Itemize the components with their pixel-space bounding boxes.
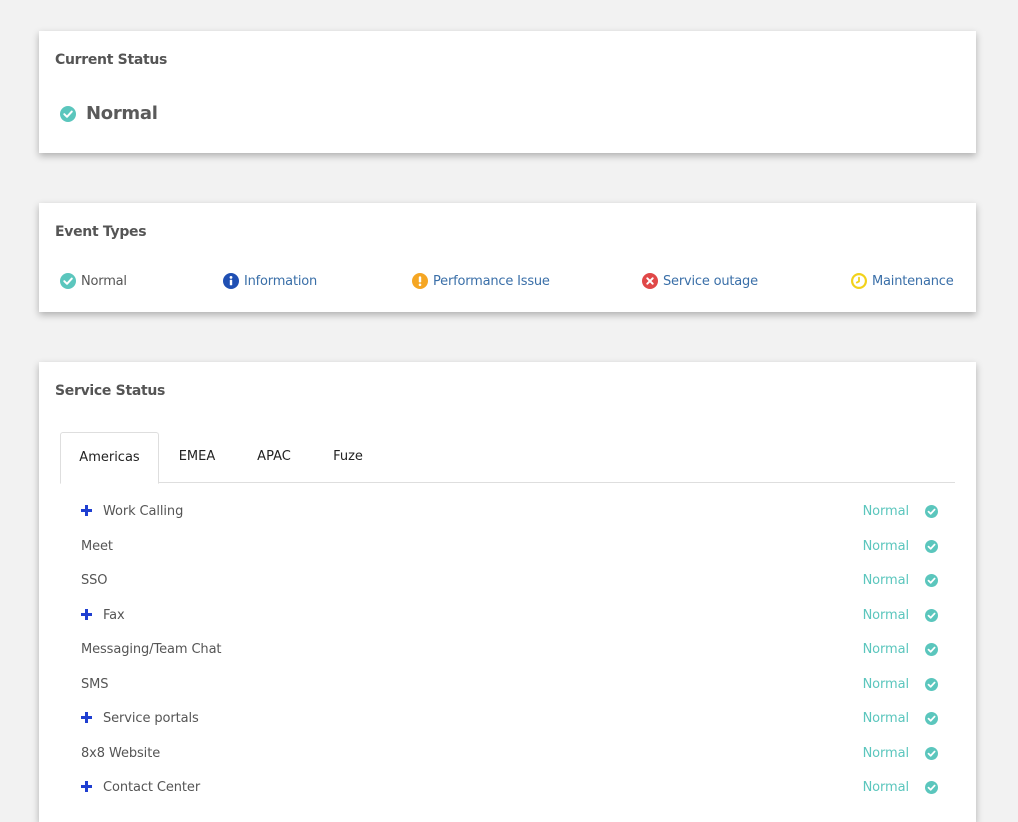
service-row[interactable]: Service portals Normal [81,709,938,729]
check-circle-icon [925,747,938,760]
tab-emea[interactable]: EMEA [170,432,224,483]
tab-americas[interactable]: Americas [60,432,159,484]
service-status-title: Service Status [55,383,166,399]
service-status-label: Normal [862,573,910,588]
check-circle-icon [60,105,76,122]
service-name: SMS [81,677,109,692]
current-status-indicator: Normal [60,103,158,124]
check-circle-icon [925,678,938,691]
plus-icon[interactable] [81,505,92,516]
event-type-label[interactable]: Maintenance [872,274,954,289]
service-name: Messaging/Team Chat [81,642,222,657]
plus-icon[interactable] [81,712,92,723]
check-circle-icon [925,712,938,725]
event-types-card: Event Types Normal Information Performan… [39,203,976,312]
event-type-label[interactable]: Information [244,274,317,289]
service-status-label: Normal [862,504,910,519]
current-status-title: Current Status [55,52,168,68]
service-row[interactable]: Fax Normal [81,606,938,626]
current-status-card: Current Status Normal [39,31,976,153]
service-status-label: Normal [862,780,910,795]
info-circle-icon [223,273,239,289]
x-circle-icon [642,273,658,289]
event-type-label[interactable]: Service outage [663,274,758,289]
event-types-title: Event Types [55,224,147,240]
service-status-label: Normal [862,539,910,554]
service-row: 8x8 Website Normal [81,744,938,764]
service-name: Meet [81,539,113,554]
tab-apac[interactable]: APAC [249,432,299,483]
service-status-card: Service Status Americas EMEA APAC Fuze W… [39,362,976,822]
tab-fuze[interactable]: Fuze [326,432,370,483]
service-status-label: Normal [862,711,910,726]
service-row[interactable]: Contact Center Normal [81,778,938,798]
event-type-service-outage[interactable]: Service outage [642,273,758,289]
check-circle-icon [925,574,938,587]
service-status-label: Normal [862,608,910,623]
service-status-label: Normal [862,642,910,657]
event-type-label: Normal [81,273,127,289]
service-name: Contact Center [103,780,201,795]
service-name: Work Calling [103,504,184,519]
check-circle-icon [925,643,938,656]
check-circle-icon [925,781,938,794]
service-status-label: Normal [862,746,910,761]
event-type-normal: Normal [60,273,127,289]
service-row[interactable]: Work Calling Normal [81,502,938,522]
event-type-maintenance[interactable]: Maintenance [851,273,954,289]
check-circle-icon [60,273,76,289]
service-status-label: Normal [862,677,910,692]
check-circle-icon [925,505,938,518]
plus-icon[interactable] [81,609,92,620]
plus-icon[interactable] [81,781,92,792]
event-type-performance-issue[interactable]: Performance Issue [412,273,550,289]
clock-icon [851,273,867,289]
service-row: Messaging/Team Chat Normal [81,640,938,660]
service-name: SSO [81,573,108,588]
exclamation-circle-icon [412,273,428,289]
event-type-label[interactable]: Performance Issue [433,274,550,289]
region-tabs: Americas EMEA APAC Fuze [60,432,955,484]
service-row: Meet Normal [81,537,938,557]
current-status-value: Normal [86,103,158,124]
service-name: Service portals [103,711,199,726]
service-row: SMS Normal [81,675,938,695]
event-type-information[interactable]: Information [223,273,317,289]
service-name: 8x8 Website [81,746,161,761]
service-row: SSO Normal [81,571,938,591]
check-circle-icon [925,540,938,553]
service-name: Fax [103,608,125,623]
check-circle-icon [925,609,938,622]
